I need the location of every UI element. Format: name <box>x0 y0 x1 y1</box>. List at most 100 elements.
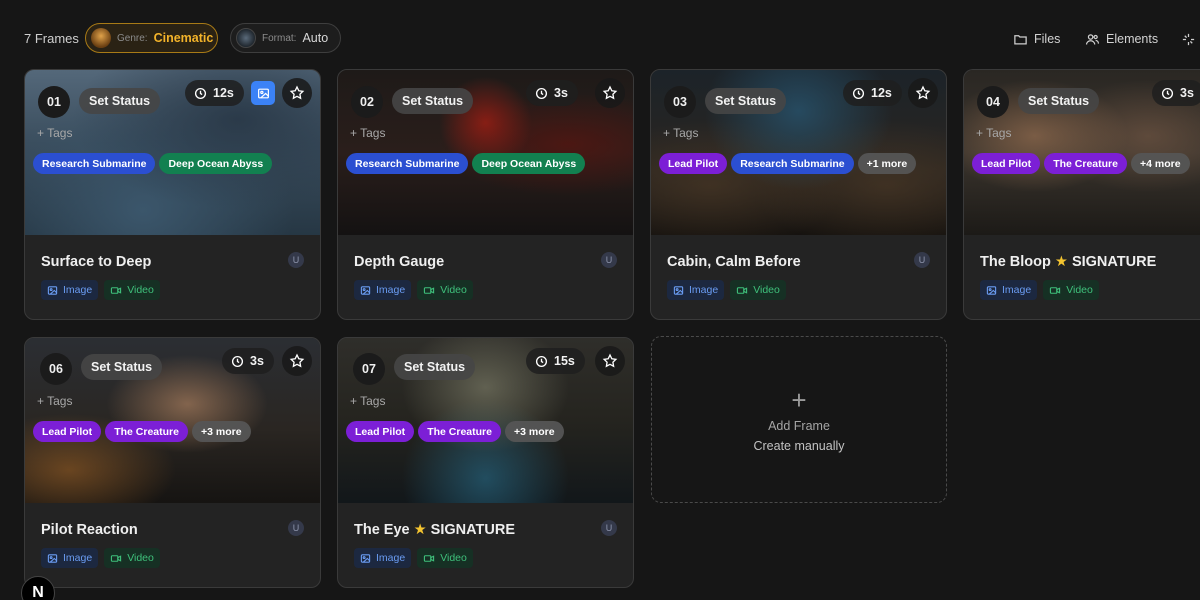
add-tags-button[interactable]: + Tags <box>976 126 1011 140</box>
favorite-button[interactable] <box>282 78 312 108</box>
duration-pill[interactable]: 3s <box>1152 80 1200 106</box>
add-frame-button[interactable]: + Add Frame Create manually <box>651 336 947 503</box>
more-tags[interactable]: +3 more <box>504 421 564 442</box>
video-chip[interactable]: Video <box>417 548 473 568</box>
duration-pill[interactable]: 3s <box>526 80 578 106</box>
image-chip[interactable]: Image <box>354 548 412 568</box>
set-status-button[interactable]: Set Status <box>705 88 787 114</box>
tag[interactable]: Lead Pilot <box>659 153 728 174</box>
more-tags[interactable]: +4 more <box>1130 153 1190 174</box>
frame-card[interactable]: 04 Set Status 3s + Tags Lead Pilot The C… <box>963 69 1200 320</box>
video-chip[interactable]: Video <box>417 280 473 300</box>
set-status-button[interactable]: Set Status <box>1018 88 1100 114</box>
add-tags-button[interactable]: + Tags <box>37 126 72 140</box>
video-chip-label: Video <box>440 552 467 564</box>
tag[interactable]: Lead Pilot <box>972 153 1041 174</box>
elements-button[interactable]: Elements <box>1085 29 1158 49</box>
image-chip[interactable]: Image <box>41 280 99 300</box>
genre-value: Cinematic <box>153 31 214 45</box>
image-icon <box>360 285 371 295</box>
add-tags-button[interactable]: + Tags <box>350 394 385 408</box>
clock-icon <box>231 355 244 367</box>
avatar[interactable]: U <box>601 252 617 268</box>
video-chip[interactable]: Video <box>730 280 786 300</box>
clock-icon <box>535 87 548 99</box>
frame-title[interactable]: The Eye ★ SIGNATURE <box>354 522 515 538</box>
frame-title[interactable]: Pilot Reaction <box>41 522 138 538</box>
frame-title[interactable]: Surface to Deep <box>41 254 151 270</box>
favorite-button[interactable] <box>908 78 938 108</box>
set-status-button[interactable]: Set Status <box>81 354 163 380</box>
video-icon <box>424 554 435 562</box>
tag[interactable]: Research Submarine <box>346 153 469 174</box>
signature-star-icon: ★ <box>413 522 427 538</box>
image-chip-label: Image <box>1002 284 1032 296</box>
tag[interactable]: The Creature <box>105 421 188 442</box>
magic-button[interactable] <box>1181 29 1200 49</box>
frame-card[interactable]: 07 Set Status 15s + Tags Lead Pilot The … <box>337 337 634 588</box>
video-chip[interactable]: Video <box>1043 280 1099 300</box>
frame-card[interactable]: 02 Set Status 3s + Tags Research Submari… <box>337 69 634 320</box>
star-icon <box>289 85 305 100</box>
plus-icon: + <box>791 384 807 415</box>
avatar[interactable]: U <box>288 252 304 268</box>
tag-list: Research Submarine Deep Ocean Abyss <box>33 153 273 174</box>
frame-card[interactable]: 01 Set Status 12s + Tags Research Submar… <box>24 69 321 320</box>
genre-selector[interactable]: Genre: Cinematic <box>85 23 218 53</box>
frame-title[interactable]: Depth Gauge <box>354 254 444 270</box>
favorite-button[interactable] <box>595 78 625 108</box>
more-tags[interactable]: +3 more <box>191 421 251 442</box>
avatar[interactable]: U <box>288 520 304 536</box>
add-tags-button[interactable]: + Tags <box>663 126 698 140</box>
files-label: Files <box>1034 32 1061 46</box>
format-selector[interactable]: Format: Auto <box>230 23 341 53</box>
image-chip[interactable]: Image <box>667 280 725 300</box>
files-button[interactable]: Files <box>1013 29 1060 49</box>
set-status-button[interactable]: Set Status <box>79 88 161 114</box>
tag[interactable]: The Creature <box>418 421 501 442</box>
video-icon <box>737 286 748 294</box>
elements-label: Elements <box>1106 32 1159 46</box>
image-chip[interactable]: Image <box>354 280 412 300</box>
clock-icon <box>194 87 207 99</box>
tag[interactable]: Deep Ocean Abyss <box>472 153 586 174</box>
avatar[interactable]: U <box>914 252 930 268</box>
duration-pill[interactable]: 3s <box>222 348 274 374</box>
tag[interactable]: Lead Pilot <box>346 421 415 442</box>
favorite-button[interactable] <box>595 346 625 376</box>
set-status-button[interactable]: Set Status <box>394 354 476 380</box>
duration-pill[interactable]: 12s <box>185 80 244 106</box>
genre-thumbnail <box>91 28 111 48</box>
tag[interactable]: Lead Pilot <box>33 421 102 442</box>
video-chip-label: Video <box>127 552 154 564</box>
frame-card[interactable]: 06 Set Status 3s + Tags Lead Pilot The C… <box>24 337 321 588</box>
frame-number: 02 <box>351 86 383 118</box>
avatar[interactable]: U <box>601 520 617 536</box>
frame-title-text: Cabin, Calm Before <box>667 254 801 270</box>
image-mode-button[interactable] <box>251 81 275 105</box>
frame-title[interactable]: Cabin, Calm Before <box>667 254 801 270</box>
image-chip-label: Image <box>63 284 93 296</box>
set-status-button[interactable]: Set Status <box>392 88 474 114</box>
video-chip[interactable]: Video <box>104 280 160 300</box>
add-tags-button[interactable]: + Tags <box>350 126 385 140</box>
duration-pill[interactable]: 12s <box>843 80 902 106</box>
frame-title[interactable]: The Bloop ★ SIGNATURE <box>980 254 1156 270</box>
tag[interactable]: Deep Ocean Abyss <box>159 153 273 174</box>
favorite-button[interactable] <box>282 346 312 376</box>
duration-value: 3s <box>554 86 568 100</box>
image-chip[interactable]: Image <box>980 280 1038 300</box>
tag[interactable]: Research Submarine <box>731 153 854 174</box>
frame-card[interactable]: 03 Set Status 12s + Tags Lead Pilot Rese… <box>650 69 947 320</box>
frame-title-text: Pilot Reaction <box>41 522 138 538</box>
tag[interactable]: Research Submarine <box>33 153 156 174</box>
image-chip[interactable]: Image <box>41 548 99 568</box>
more-tags[interactable]: +1 more <box>857 153 917 174</box>
video-chip[interactable]: Video <box>104 548 160 568</box>
video-chip-label: Video <box>440 284 467 296</box>
tag[interactable]: The Creature <box>1044 153 1127 174</box>
image-icon <box>47 553 58 563</box>
add-tags-button[interactable]: + Tags <box>37 394 72 408</box>
duration-pill[interactable]: 15s <box>526 348 585 374</box>
add-frame-label: Add Frame <box>768 418 830 433</box>
